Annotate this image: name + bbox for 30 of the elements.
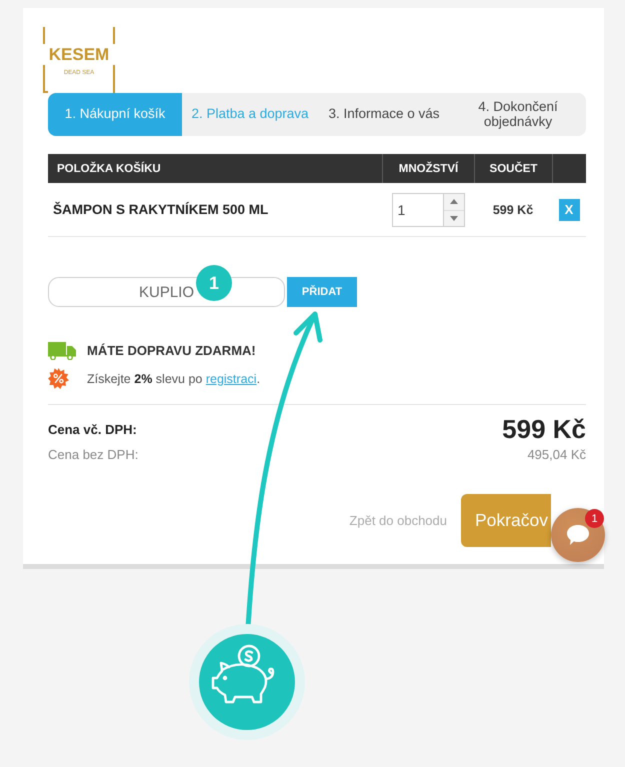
column-header: SOUČET — [474, 154, 552, 183]
continue-button[interactable]: Pokračov — [461, 494, 551, 547]
registration-link[interactable]: registraci — [206, 372, 257, 386]
step-tab[interactable]: 2. Platba a doprava — [182, 93, 318, 136]
piggy-bank-icon — [189, 624, 305, 740]
price-label: Cena bez DPH: — [48, 447, 138, 462]
step-tab[interactable]: 1. Nákupní košík — [48, 93, 182, 136]
caret-down-icon — [450, 216, 458, 221]
free-shipping-text: MÁTE DOPRAVU ZDARMA! — [87, 342, 256, 360]
price-value: 599 Kč — [502, 414, 586, 444]
decrease-button[interactable] — [444, 210, 464, 226]
back-to-shop-link[interactable]: Zpět do obchodu — [349, 513, 447, 528]
percent-badge-icon — [48, 368, 69, 389]
remove-button[interactable]: X — [558, 198, 580, 220]
price-label: Cena vč. DPH: — [48, 422, 137, 436]
price-value: 495,04 Kč — [527, 447, 586, 462]
add-coupon-button[interactable]: PŘIDAT — [287, 277, 357, 307]
column-header: MNOŽSTVÍ — [382, 154, 474, 183]
column-header: POLOŽKA KOŠÍKU — [56, 160, 162, 176]
caret-up-icon — [450, 199, 458, 204]
step-tab[interactable]: 4. Dokončení objednávky — [450, 93, 586, 136]
step-tab[interactable]: 3. Informace o vás — [318, 93, 450, 136]
product-name: ŠAMPON S RAKYTNÍKEM 500 ML — [53, 202, 268, 216]
line-total: 599 Kč — [492, 202, 534, 216]
discount-text: Získejte 2% slevu po registraci. — [87, 370, 260, 388]
quantity-field[interactable]: 1 — [392, 193, 442, 227]
logo-wordmark: KESEM — [48, 46, 110, 64]
truck-icon — [48, 342, 76, 360]
speech-bubble-icon — [566, 524, 590, 546]
increase-button[interactable] — [444, 194, 464, 210]
